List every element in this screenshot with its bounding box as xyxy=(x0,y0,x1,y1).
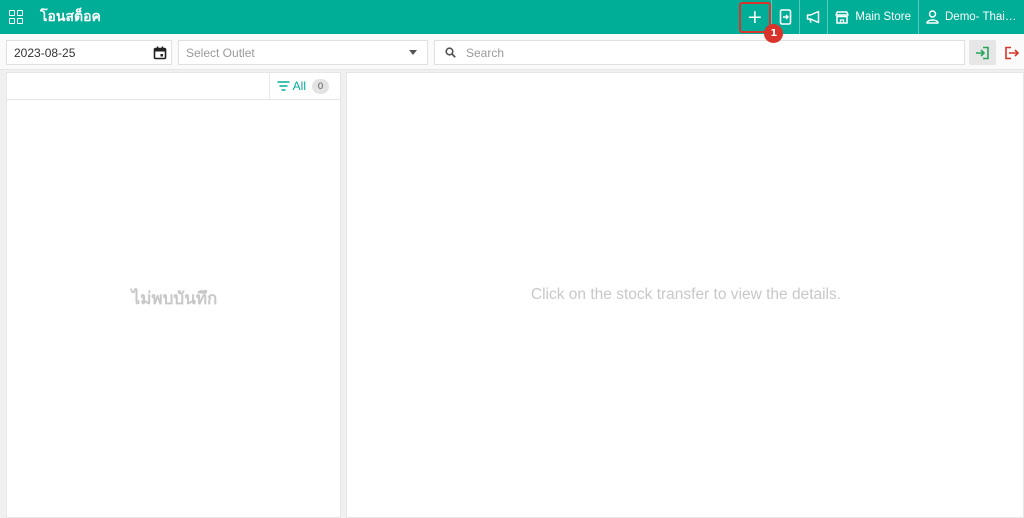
export-icon xyxy=(1005,46,1019,59)
search-icon xyxy=(445,47,456,58)
user-label: Demo- Thailand xyxy=(945,11,1017,23)
top-bar: โอนสต็อค + 1 Main Store Demo- Thaila xyxy=(0,0,1024,43)
filter-all-button[interactable]: All 0 xyxy=(268,72,334,100)
outlet-placeholder: Select Outlet xyxy=(186,45,255,60)
calendar-icon[interactable] xyxy=(153,46,167,60)
add-transfer-button[interactable]: + 1 xyxy=(738,0,784,43)
import-icon xyxy=(976,46,989,59)
date-field[interactable]: 2023-08-25 xyxy=(6,40,172,65)
transfer-list-panel: All 0 ไม่พบบันทึก xyxy=(6,72,341,518)
search-field[interactable] xyxy=(434,40,965,65)
announcement-button[interactable] xyxy=(799,0,827,34)
outlet-select[interactable]: Select Outlet xyxy=(178,40,428,65)
chevron-down-icon xyxy=(409,50,417,55)
top-actions: + 1 Main Store Demo- Thaila xyxy=(738,0,1024,43)
export-button[interactable] xyxy=(998,40,1024,65)
user-menu[interactable]: Demo- Thailand xyxy=(918,0,1024,34)
date-value: 2023-08-25 xyxy=(14,45,76,60)
count-badge: 0 xyxy=(312,78,329,94)
filter-label: All xyxy=(292,79,306,93)
detail-panel: Click on the stock transfer to view the … xyxy=(346,72,1024,518)
store-icon xyxy=(835,10,850,24)
store-selector[interactable]: Main Store xyxy=(827,0,918,34)
page-title: โอนสต็อค xyxy=(40,9,101,25)
store-label: Main Store xyxy=(855,11,911,23)
mobile-transfer-icon xyxy=(779,9,792,25)
user-icon xyxy=(926,10,939,24)
list-header: All 0 xyxy=(7,72,340,100)
filter-icon xyxy=(277,81,290,91)
search-input[interactable] xyxy=(466,45,946,60)
apps-grid-icon xyxy=(9,10,23,24)
megaphone-icon xyxy=(806,10,820,24)
filter-bar: 2023-08-25 Select Outlet xyxy=(0,34,1024,70)
import-button[interactable] xyxy=(969,40,996,65)
empty-detail-message: Click on the stock transfer to view the … xyxy=(530,286,842,303)
apps-menu-button[interactable] xyxy=(0,0,32,34)
empty-list-message: ไม่พบบันทึก xyxy=(131,289,218,309)
